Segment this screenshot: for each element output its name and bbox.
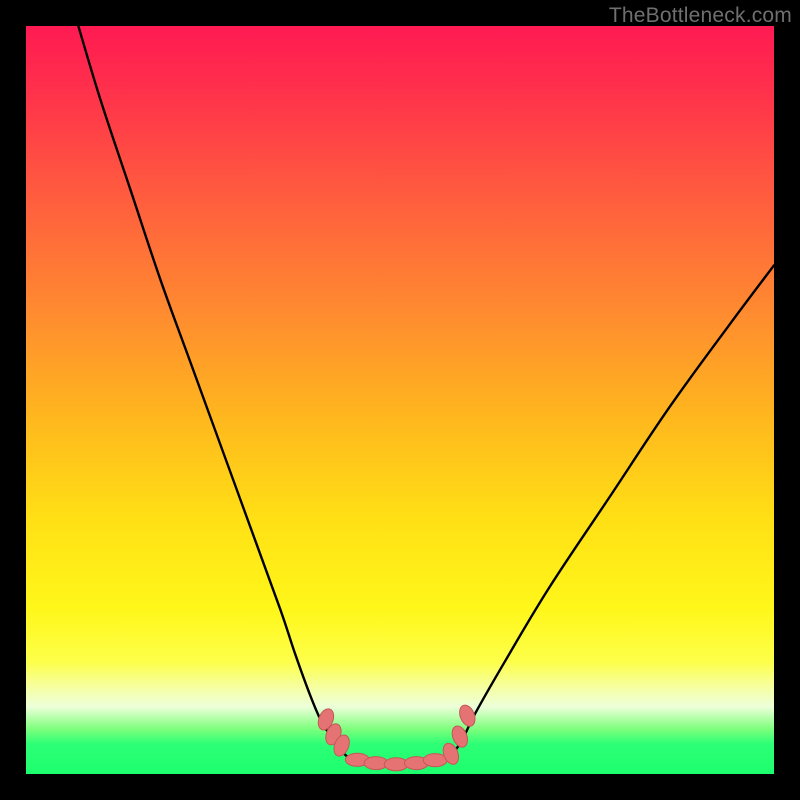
bottleneck-curve: [78, 26, 774, 764]
chart-frame: TheBottleneck.com: [0, 0, 800, 800]
curve-marker: [457, 703, 478, 729]
plot-area: [26, 26, 774, 774]
watermark-text: TheBottleneck.com: [609, 4, 792, 28]
curve-layer: [26, 26, 774, 774]
